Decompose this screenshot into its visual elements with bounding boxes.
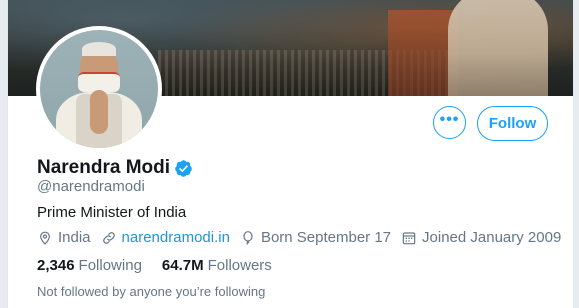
following-stat[interactable]: 2,346 Following (37, 257, 142, 274)
profile-card: ••• Follow Narendra Modi @narendramodi P… (7, 0, 574, 308)
profile-meta: India narendramodi.in Born September 17 … (37, 229, 571, 246)
profile-name: Narendra Modi (37, 157, 171, 178)
profile-handle: @narendramodi (37, 178, 145, 195)
more-options-button[interactable]: ••• (433, 106, 466, 139)
verified-badge-icon (175, 159, 192, 177)
link-icon (102, 231, 115, 244)
banner-person (448, 0, 548, 96)
avatar-hands (90, 90, 108, 134)
location-text: India (58, 229, 91, 246)
birthday-text: Born September 17 (260, 229, 392, 246)
followed-by-note: Not followed by anyone you’re following (37, 284, 266, 299)
profile-bio: Prime Minister of India (37, 204, 187, 221)
following-label: Following (78, 257, 142, 274)
website-item: narendramodi.in (101, 229, 230, 246)
location-item: India (37, 229, 91, 246)
website-link[interactable]: narendramodi.in (122, 229, 230, 246)
birthday-item: Born September 17 (240, 229, 391, 246)
profile-stats: 2,346 Following 64.7M Followers (37, 257, 292, 274)
calendar-icon (402, 231, 416, 244)
location-pin-icon (40, 231, 50, 245)
avatar-mask (78, 72, 120, 92)
followers-stat[interactable]: 64.7M Followers (162, 257, 272, 274)
avatar-hair (82, 42, 116, 56)
balloon-icon (243, 230, 253, 245)
profile-name-row: Narendra Modi (37, 157, 193, 179)
followers-count: 64.7M (161, 257, 204, 274)
avatar[interactable] (36, 26, 162, 152)
joined-text: Joined January 2009 (422, 229, 562, 246)
joined-item: Joined January 2009 (401, 229, 561, 246)
follow-button[interactable]: Follow (477, 106, 548, 141)
followers-label: Followers (207, 257, 272, 274)
more-icon: ••• (439, 110, 460, 128)
following-count: 2,346 (37, 257, 75, 274)
avatar-photo (40, 30, 158, 148)
